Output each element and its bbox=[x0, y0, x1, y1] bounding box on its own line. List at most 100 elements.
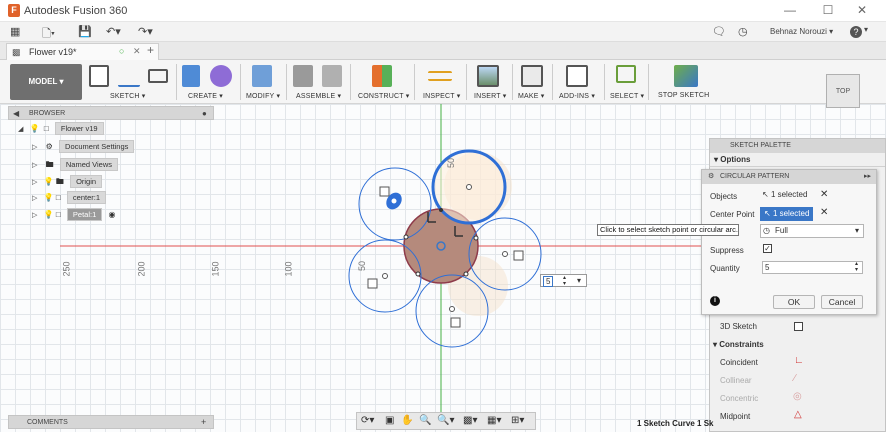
expand-icon[interactable]: ▷ bbox=[32, 195, 37, 202]
sketch-menu[interactable]: SKETCH ▾ bbox=[110, 92, 145, 100]
pan-icon[interactable]: ✋ bbox=[401, 415, 413, 428]
inline-stepper-icon[interactable]: ▴ ▾ bbox=[563, 275, 566, 287]
extrude-icon[interactable] bbox=[182, 65, 200, 87]
stop-sketch-icon[interactable] bbox=[674, 65, 698, 87]
look-at-icon[interactable]: ▣ bbox=[385, 415, 394, 428]
tree-item-document-settings[interactable]: ▷ ⚙ Document Settings bbox=[32, 140, 135, 157]
workspace-switcher[interactable]: MODEL ▾ bbox=[10, 64, 82, 100]
insert-menu[interactable]: INSERT ▾ bbox=[474, 92, 506, 100]
pin-icon[interactable]: ● bbox=[202, 107, 207, 120]
orbit-icon[interactable]: ⟳▾ bbox=[361, 415, 374, 428]
tree-item-origin[interactable]: ▷ 💡 🖿 Origin bbox=[32, 175, 103, 191]
circular-pattern-header[interactable]: ⚙ CIRCULAR PATTERN ▸▸ bbox=[702, 170, 876, 184]
zoom-window-icon[interactable]: 🔍 bbox=[419, 415, 431, 428]
expand-icon[interactable]: ◢ bbox=[18, 126, 23, 133]
job-status-icon[interactable]: ◷ bbox=[738, 25, 748, 39]
add-ins-menu[interactable]: ADD-INS ▾ bbox=[559, 92, 595, 100]
expand-dialog-icon[interactable]: ▸▸ bbox=[864, 170, 871, 184]
joint-icon[interactable] bbox=[322, 65, 342, 87]
user-menu[interactable]: Behnaz Norouzi ▾ bbox=[770, 27, 833, 41]
clear-objects-icon[interactable]: ✕ bbox=[820, 189, 828, 200]
save-icon[interactable]: 💾 bbox=[78, 25, 92, 39]
close-icon[interactable]: ✕ bbox=[852, 3, 872, 17]
make-icon[interactable] bbox=[521, 65, 543, 87]
expand-icon[interactable]: ▷ bbox=[32, 212, 37, 219]
lightbulb-icon[interactable]: 💡 bbox=[44, 193, 54, 202]
select-menu[interactable]: SELECT ▾ bbox=[610, 92, 644, 100]
tree-item-label: Named Views bbox=[59, 158, 118, 171]
component-icon[interactable] bbox=[293, 65, 313, 87]
collinear-icon: ∕ bbox=[794, 373, 796, 384]
fusion-logo-icon: F bbox=[8, 4, 20, 17]
coincident-icon[interactable]: ∟ bbox=[794, 355, 804, 366]
sketch-palette-header[interactable]: SKETCH PALETTE bbox=[710, 139, 885, 153]
assemble-menu[interactable]: ASSEMBLE ▾ bbox=[296, 92, 341, 100]
help-icon[interactable]: ? bbox=[850, 26, 862, 38]
stop-sketch-button[interactable]: STOP SKETCH bbox=[658, 92, 709, 99]
expand-icon[interactable]: ▷ bbox=[32, 144, 37, 151]
lightbulb-icon[interactable]: 💡 bbox=[44, 177, 54, 186]
browser-header[interactable]: ◀ BROWSER ● bbox=[8, 106, 214, 120]
add-ins-icon[interactable] bbox=[566, 65, 588, 87]
grid-menu-icon[interactable]: ▦ bbox=[10, 25, 20, 39]
plane-icon[interactable] bbox=[372, 65, 392, 87]
measure-icon[interactable] bbox=[428, 71, 452, 81]
grid-settings-icon[interactable]: ▦▾ bbox=[487, 415, 501, 428]
midpoint-icon[interactable]: △ bbox=[794, 409, 802, 420]
quantity-stepper-icon[interactable]: ▴ ▾ bbox=[855, 261, 858, 273]
inline-quantity-input[interactable]: 5 ▴ ▾ ▾ bbox=[540, 274, 587, 287]
options-header[interactable]: ▾ Options bbox=[710, 153, 885, 167]
lightbulb-icon[interactable]: 💡 bbox=[30, 124, 40, 133]
expand-icon[interactable]: ▷ bbox=[32, 162, 37, 169]
file-icon[interactable]: 🗋▾ bbox=[42, 25, 55, 40]
center-point-label: Center Point bbox=[710, 210, 755, 219]
press-pull-icon[interactable] bbox=[252, 65, 272, 87]
pattern-type-select[interactable]: ◷ Full ▾ bbox=[760, 224, 864, 238]
viewports-icon[interactable]: ⊞▾ bbox=[511, 415, 524, 428]
tree-item-petal[interactable]: ▷ 💡 □ Petal:1 ◉ bbox=[32, 208, 116, 225]
suppress-checkbox[interactable]: ✓ bbox=[763, 244, 772, 253]
inspect-menu[interactable]: INSPECT ▾ bbox=[423, 92, 460, 100]
constraints-header[interactable]: ▾ Constraints bbox=[713, 340, 764, 349]
cancel-button[interactable]: Cancel bbox=[821, 295, 863, 309]
comments-panel[interactable]: COMMENTS + bbox=[8, 415, 214, 429]
add-comment-icon[interactable]: + bbox=[201, 416, 206, 429]
display-settings-icon[interactable]: ▩▾ bbox=[463, 415, 477, 428]
quantity-input[interactable]: 5 ▴ ▾ bbox=[762, 261, 863, 274]
comment-icon[interactable]: 🗨 bbox=[712, 25, 726, 39]
line-icon[interactable] bbox=[118, 65, 140, 87]
expand-icon[interactable]: ▷ bbox=[32, 179, 37, 186]
minimize-icon[interactable]: — bbox=[780, 3, 800, 17]
collapse-icon[interactable]: ◀ bbox=[13, 107, 19, 120]
tree-item-center[interactable]: ▷ 💡 □ center:1 bbox=[32, 191, 107, 208]
inline-dropdown-icon[interactable]: ▾ bbox=[577, 276, 581, 285]
modify-menu[interactable]: MODIFY ▾ bbox=[246, 92, 280, 100]
redo-icon[interactable]: ↷▾ bbox=[138, 25, 153, 39]
select-icon[interactable] bbox=[616, 65, 636, 83]
document-tab[interactable]: ▩ Flower v19* ○ ✕ bbox=[6, 43, 159, 60]
tree-item-named-views[interactable]: ▷ 🖿 Named Views bbox=[32, 158, 118, 174]
ok-button[interactable]: OK bbox=[773, 295, 815, 309]
objects-select-button[interactable]: ↖ 1 selected bbox=[762, 190, 807, 199]
new-tab-icon[interactable]: + bbox=[147, 43, 154, 57]
info-icon[interactable]: i bbox=[710, 296, 720, 306]
lightbulb-icon[interactable]: 💡 bbox=[44, 210, 54, 219]
construct-menu[interactable]: CONSTRUCT ▾ bbox=[358, 92, 409, 100]
center-point-select-button[interactable]: ↖ 1 selected bbox=[760, 207, 813, 221]
3d-sketch-checkbox[interactable] bbox=[794, 322, 803, 331]
zoom-fit-icon[interactable]: 🔍▾ bbox=[437, 415, 454, 428]
view-cube[interactable]: TOP bbox=[826, 74, 860, 108]
undo-icon[interactable]: ↶▾ bbox=[106, 25, 121, 39]
make-menu[interactable]: MAKE ▾ bbox=[518, 92, 545, 100]
tree-item-root[interactable]: ◢ 💡 □ Flower v19 bbox=[18, 122, 104, 139]
create-menu[interactable]: CREATE ▾ bbox=[188, 92, 223, 100]
sketch-icon[interactable] bbox=[89, 65, 109, 87]
help-dropdown-icon[interactable]: ▾ bbox=[864, 25, 868, 39]
clear-center-icon[interactable]: ✕ bbox=[820, 207, 828, 218]
sphere-icon[interactable] bbox=[210, 65, 232, 87]
tab-close-icon[interactable]: ✕ bbox=[133, 46, 141, 57]
maximize-icon[interactable]: ☐ bbox=[818, 3, 838, 17]
insert-image-icon[interactable] bbox=[477, 65, 499, 87]
active-sketch-icon[interactable]: ◉ bbox=[109, 210, 116, 219]
rectangle-icon[interactable] bbox=[148, 69, 168, 83]
